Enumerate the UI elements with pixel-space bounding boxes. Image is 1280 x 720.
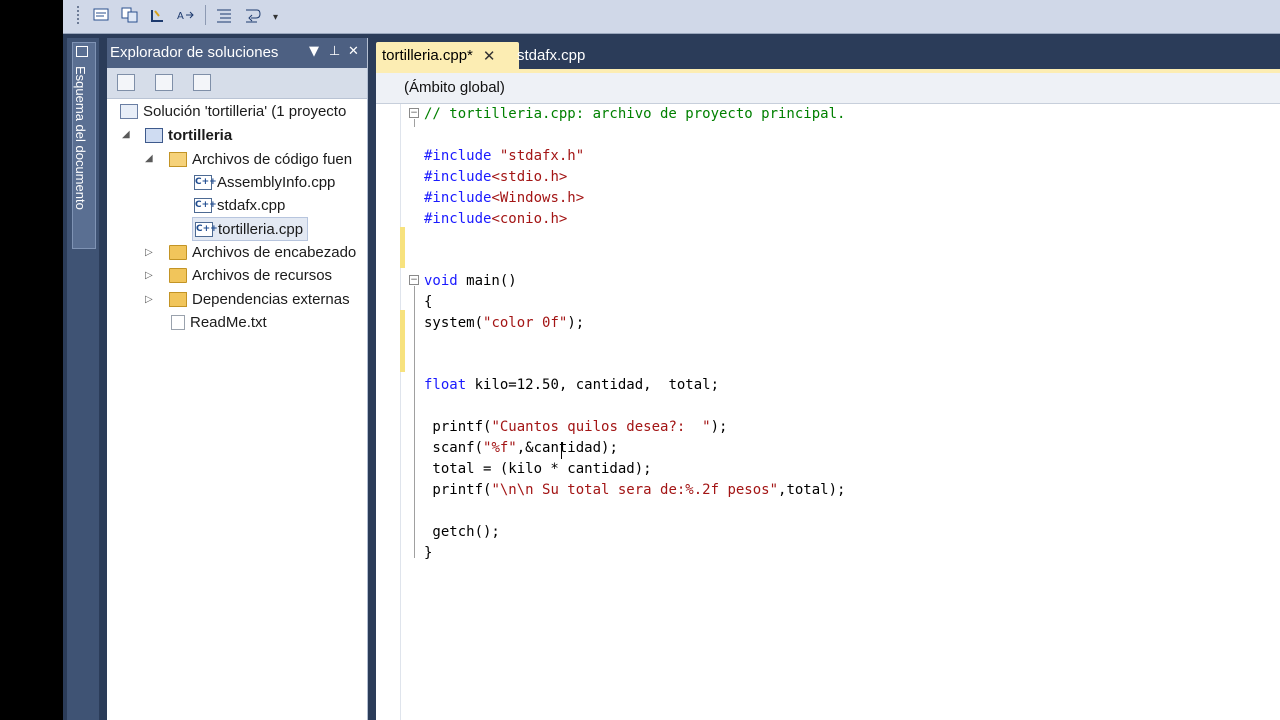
code-editor: tortilleria.cpp* ✕ stdafx.cpp (Ámbito gl… [376,38,1280,720]
code-line: float kilo=12.50, cantidad, total; [424,377,720,393]
collapsed-arrow-icon[interactable]: ▷ [145,294,153,305]
code-line: } [424,545,433,561]
code-line: scanf("%f",&cantidad); [424,440,618,456]
text-file-icon [171,314,185,330]
tree-item-project[interactable]: tortilleria [145,124,232,146]
document-outline-label[interactable]: Esquema del documento [73,66,88,210]
text-cursor-icon [561,442,562,459]
fold-line [414,119,415,127]
code-line: { [424,294,433,310]
cpp-file-icon: C++ [195,221,218,237]
collapsed-arrow-icon[interactable]: ▷ [145,247,153,258]
tree-item-header-files[interactable]: Archivos de encabezado [169,241,356,263]
code-line: printf("Cuantos quilos desea?: "); [424,419,728,435]
tree-item-label: Archivos de recursos [192,266,333,284]
tree-item-source-files[interactable]: Archivos de código fuen [169,148,352,170]
properties-icon[interactable] [117,74,135,91]
code-line: // tortilleria.cpp: archivo de proyecto … [424,106,846,122]
tree-item-label: AssemblyInfo.cpp [217,173,336,191]
collapse-icon[interactable]: − [409,275,419,285]
view-class-diagram-icon[interactable] [193,74,211,91]
code-line: #include "stdafx.h" [424,148,585,164]
navigation-bar: (Ámbito global) [376,73,1280,104]
folder-icon [169,267,187,283]
tree-item-label: tortilleria.cpp [218,220,304,238]
change-marker [400,227,405,268]
tab-stdafx-cpp[interactable]: stdafx.cpp [511,42,591,69]
tree-item-stdafx[interactable]: C++ stdafx.cpp [194,194,285,216]
folder-open-icon [169,151,187,167]
solution-explorer: Explorador de soluciones ▼ ⊥ ✕ Solución … [107,38,368,720]
code-line: #include<conio.h> [424,211,568,227]
window-menu-icon[interactable]: ▼ [309,44,319,59]
code-line: #include<Windows.h> [424,190,585,206]
pin-icon[interactable]: ⊥ [329,44,340,59]
folder-icon [169,244,187,260]
code-line: void main() [424,273,517,289]
editor-gutter [376,104,401,720]
solution-explorer-header: Explorador de soluciones ▼ ⊥ ✕ [107,38,367,68]
tree-item-label: Archivos de encabezado [192,243,357,261]
fold-line [414,286,415,558]
panel-splitter[interactable] [368,38,376,720]
project-icon [145,127,163,143]
tree-item-resource-files[interactable]: Archivos de recursos [169,264,332,286]
ide-window: A ▾ Esquema del documento Explorador de … [63,0,1280,720]
tab-label: stdafx.cpp [517,47,586,64]
collapse-icon[interactable]: − [409,108,419,118]
code-line: system("color 0f"); [424,315,585,331]
solution-icon [120,103,138,119]
tree-item-label: stdafx.cpp [217,196,286,214]
show-all-files-icon[interactable] [119,5,141,25]
tree-item-label: Solución 'tortilleria' (1 proyecto [143,102,347,120]
tree-item-external-dependencies[interactable]: Dependencias externas [169,288,350,310]
tree-item-label: Dependencias externas [192,290,350,308]
scope-dropdown[interactable]: (Ámbito global) [404,79,505,96]
tree-item-assemblyinfo[interactable]: C++ AssemblyInfo.cpp [194,171,335,193]
expanded-arrow-icon[interactable]: ◢ [122,129,130,140]
refresh-icon[interactable] [147,5,169,25]
show-all-files-icon[interactable] [155,74,173,91]
tree-item-solution[interactable]: Solución 'tortilleria' (1 proyecto [120,100,346,122]
code-line: #include<stdio.h> [424,169,568,185]
close-icon[interactable]: ✕ [348,44,359,59]
tab-tortilleria-cpp[interactable]: tortilleria.cpp* ✕ [376,42,519,69]
expanded-arrow-icon[interactable]: ◢ [145,153,153,164]
toolbar-overflow-icon[interactable]: ▾ [273,12,278,23]
svg-text:A: A [177,11,184,22]
properties-icon[interactable] [91,5,113,25]
solution-explorer-toolbar [107,68,367,99]
dependencies-icon [169,291,187,307]
outline-tab-icon [76,46,88,57]
tree-item-readme[interactable]: ReadMe.txt [171,311,267,333]
wrap-icon[interactable] [241,5,263,25]
collapsed-arrow-icon[interactable]: ▷ [145,270,153,281]
tree-item-label: Archivos de código fuen [192,150,353,168]
code-line: total = (kilo * cantidad); [424,461,652,477]
cpp-file-icon: C++ [194,197,217,213]
cpp-file-icon: C++ [194,174,217,190]
rename-icon[interactable]: A [175,5,197,25]
code-line: getch(); [424,524,500,540]
tree-item-label: tortilleria [168,126,233,144]
change-marker [400,310,405,372]
close-tab-icon[interactable]: ✕ [483,47,496,65]
tab-label: tortilleria.cpp* [382,47,473,64]
toolbar: A ▾ [63,0,1280,34]
code-line: printf("\n\n Su total sera de:%.2f pesos… [424,482,846,498]
document-tabs: tortilleria.cpp* ✕ stdafx.cpp [376,38,1280,69]
solution-explorer-title: Explorador de soluciones [110,44,279,61]
toolbar-grip[interactable] [77,6,81,24]
outline-icon[interactable] [213,5,235,25]
tree-item-label: ReadMe.txt [190,313,267,331]
tree-item-tortilleria-cpp[interactable]: C++ tortilleria.cpp [192,217,309,241]
